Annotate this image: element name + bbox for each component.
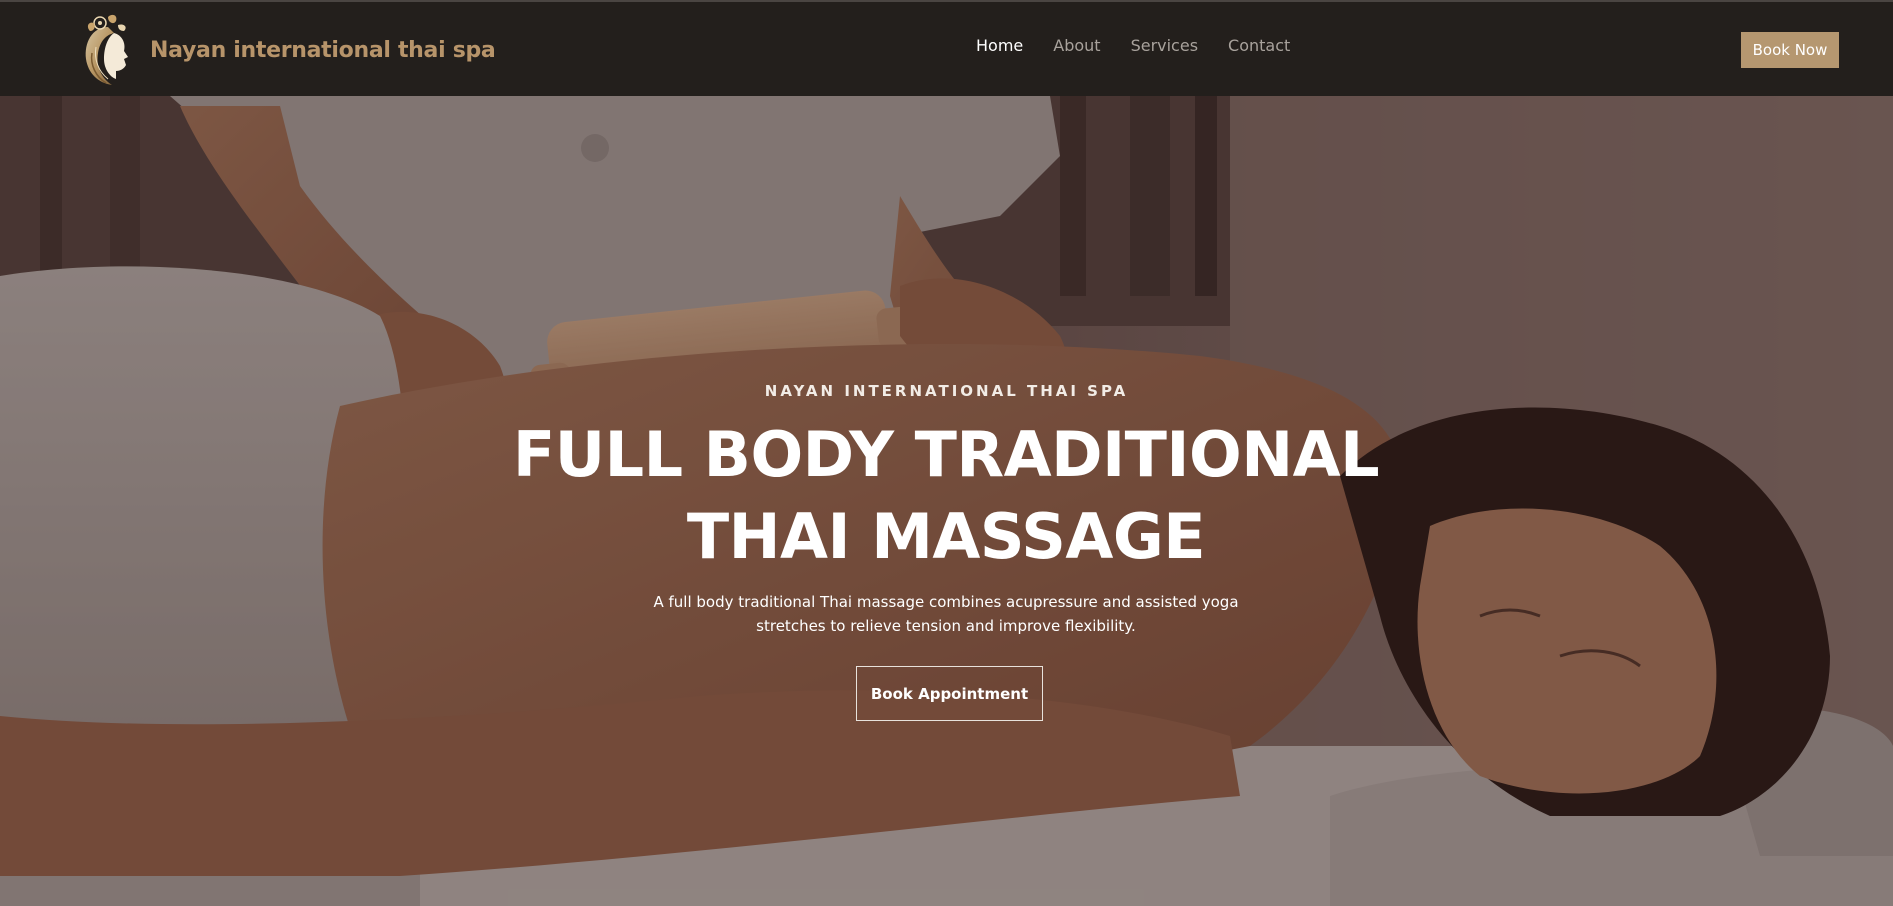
hero-subtext: A full body traditional Thai massage com… <box>646 590 1246 638</box>
hero-headline-line-1: FULL BODY TRADITIONAL <box>512 418 1380 491</box>
nav-item-contact[interactable]: Contact <box>1228 36 1290 55</box>
navbar: Nayan international thai spa Home About … <box>0 0 1893 96</box>
hero-subtext-line-1: A full body traditional Thai massage com… <box>653 593 1239 611</box>
hero-eyebrow: NAYAN INTERNATIONAL THAI SPA <box>764 382 1129 400</box>
main-nav: Home About Services Contact <box>976 36 1290 55</box>
nav-item-home[interactable]: Home <box>976 36 1023 55</box>
hero-subtext-line-2: stretches to relieve tension and improve… <box>756 617 1136 635</box>
woman-face-flower-logo-icon <box>85 14 128 85</box>
brand-link[interactable]: Nayan international thai spa <box>78 12 496 88</box>
hero-section: NAYAN INTERNATIONAL THAI SPA FULL BODY T… <box>0 96 1893 906</box>
page: Nayan international thai spa Home About … <box>0 0 1893 906</box>
nav-item-services[interactable]: Services <box>1131 36 1198 55</box>
book-appointment-button[interactable]: Book Appointment <box>856 666 1043 721</box>
hero-headline-line-2: THAI MASSAGE <box>686 500 1206 573</box>
book-now-button[interactable]: Book Now <box>1741 32 1839 68</box>
brand-name: Nayan international thai spa <box>150 37 496 63</box>
nav-item-about[interactable]: About <box>1053 36 1100 55</box>
hero-headline: FULL BODY TRADITIONAL THAI MASSAGE <box>396 414 1496 578</box>
